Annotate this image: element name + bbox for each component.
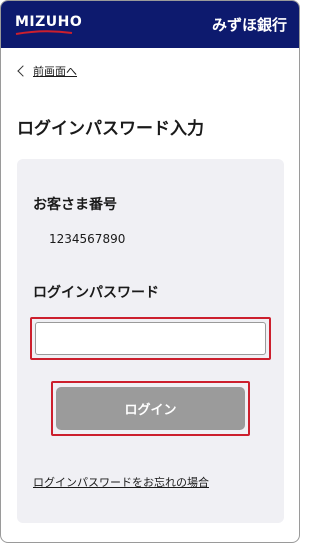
- chevron-left-icon: [17, 65, 29, 77]
- mizuho-logo: MIZUHO: [15, 15, 82, 35]
- login-button[interactable]: ログイン: [56, 387, 245, 430]
- customer-number-label: お客さま番号: [33, 197, 117, 213]
- page-title: ログインパスワード入力: [17, 119, 204, 139]
- password-label: ログインパスワード: [33, 285, 159, 301]
- customer-number-value: 1234567890: [49, 232, 126, 246]
- logo-text: MIZUHO: [15, 13, 83, 30]
- forgot-password-link[interactable]: ログインパスワードをお忘れの場合: [33, 474, 209, 490]
- bank-name: みずほ銀行: [211, 16, 287, 34]
- back-link-label: 前画面へ: [33, 65, 77, 78]
- back-link[interactable]: 前画面へ: [17, 63, 77, 79]
- logo-swoosh-icon: [15, 29, 73, 35]
- login-form-card: お客さま番号 1234567890 ログインパスワード ログイン ログインパスワ…: [17, 159, 284, 523]
- password-input[interactable]: [35, 322, 266, 355]
- app-frame: MIZUHO みずほ銀行 前画面へ ログインパスワード入力 お客さま番号 123…: [0, 0, 300, 543]
- header-bar: MIZUHO みずほ銀行: [1, 1, 299, 48]
